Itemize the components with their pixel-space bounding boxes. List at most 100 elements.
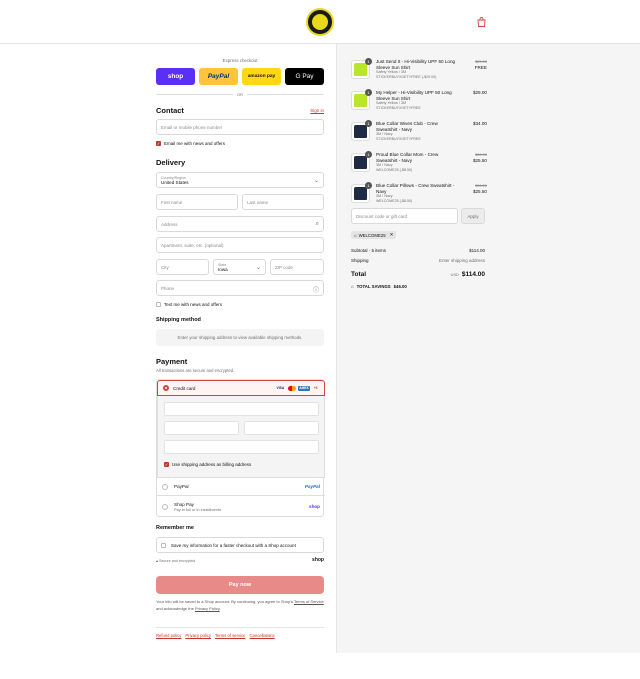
quantity-badge: 1	[365, 151, 372, 158]
product-price: $29.00	[472, 90, 487, 95]
search-icon: ⌕	[315, 221, 319, 227]
help-circle-icon[interactable]: ⓘ	[313, 285, 319, 294]
phone-field[interactable]: Phone ⓘ	[156, 280, 324, 296]
list-item: 1 Blue Collar Wives Club - Crew Sweatshi…	[351, 120, 487, 151]
shipping-method-title: Shipping method	[156, 317, 201, 323]
email-field[interactable]: Email or mobile phone number	[156, 119, 324, 135]
city-field[interactable]: City	[156, 259, 209, 275]
store-logo-icon[interactable]	[306, 8, 334, 36]
credit-card-form: ✓ Use shipping address as billing address	[157, 396, 325, 477]
zip-field[interactable]: ZIP code	[270, 259, 324, 275]
country-select[interactable]: Country/Region United States ⌄	[156, 172, 324, 188]
total-row: Total USD $114.00	[351, 271, 485, 278]
mastercard-icon	[287, 385, 296, 391]
radio-icon[interactable]	[162, 483, 168, 490]
payment-title: Payment	[156, 357, 188, 366]
name-on-card-field[interactable]	[164, 440, 319, 454]
remove-discount-icon[interactable]: ✕	[390, 232, 394, 238]
product-name: Just Send It - Hi-Visibility UPF 50 Long…	[376, 59, 456, 70]
more-cards-badge: +5	[313, 386, 318, 390]
product-price: $34.00	[472, 121, 487, 126]
shop-pay-option[interactable]: Shop Pay Pay in full or in installments s…	[157, 495, 325, 517]
card-number-field[interactable]	[164, 402, 319, 416]
discount-tag: STICKERBUYXGETYFREE	[376, 137, 421, 142]
quantity-badge: 1	[365, 120, 372, 127]
discount-tag: WELCOME25 (-$8.50)	[376, 199, 413, 204]
terms-of-service-link[interactable]: Terms of service	[215, 633, 245, 638]
express-checkout-label: Express checkout	[222, 58, 258, 63]
tag-icon: ⌂	[354, 232, 357, 238]
checkout-header	[0, 0, 640, 44]
discount-tag: STICKERBUYXGETYFREE (-$29.00)	[376, 75, 437, 80]
list-item: 1 My Helper - Hi-Visibility UPF 50 Long …	[351, 89, 487, 120]
text-news-checkbox[interactable]: Text me with news and offers	[156, 301, 222, 308]
radio-selected-icon[interactable]	[163, 385, 169, 391]
footer-links: Refund policy Privacy policy Terms of se…	[156, 633, 324, 638]
product-name: Blue Collar Pillows - Crew Sweatshirt - …	[376, 183, 455, 194]
shop-logo: shop	[312, 557, 324, 563]
contact-title: Contact	[156, 106, 184, 115]
email-news-checkbox[interactable]: ✓ Email me with news and offers	[156, 140, 225, 147]
google-pay-button[interactable]: G Pay	[285, 68, 324, 85]
product-image: 1	[351, 120, 372, 141]
refund-policy-link[interactable]: Refund policy	[156, 633, 181, 638]
terms-link[interactable]: Terms of Service	[294, 599, 324, 604]
apply-button[interactable]: Apply	[461, 208, 485, 224]
visa-icon: VISA	[276, 386, 285, 390]
shipping-note: Enter your shipping address to view avai…	[156, 329, 324, 346]
privacy-link[interactable]: Privacy Policy	[195, 606, 220, 611]
or-divider: OR	[156, 91, 324, 97]
subtotal-row: Subtotal · 5 items $114.00	[351, 248, 485, 253]
product-image: 1	[351, 182, 372, 203]
discount-code-field[interactable]: Discount code or gift card	[351, 208, 458, 224]
remember-me-title: Remember me	[156, 525, 194, 531]
checkbox-checked-icon[interactable]: ✓	[164, 462, 169, 467]
total-savings: ⌂ TOTAL SAVINGS $46.00	[351, 284, 407, 289]
list-item: 1 Proud Blue Collar Mom - Crew Sweatshir…	[351, 151, 487, 182]
remember-me-option[interactable]: Save my information for a faster checkou…	[156, 537, 324, 553]
quantity-badge: 1	[365, 58, 372, 65]
discount-chip: ⌂ WELCOME25 ✕	[351, 231, 397, 239]
address-field[interactable]: Address ⌕	[156, 216, 324, 232]
cancellations-link[interactable]: Cancellations	[249, 633, 274, 638]
quantity-badge: 1	[365, 89, 372, 96]
amazon-pay-button[interactable]: amazon pay	[242, 68, 281, 85]
first-name-field[interactable]: First name	[156, 194, 238, 210]
radio-icon[interactable]	[162, 503, 168, 510]
product-name: My Helper - Hi-Visibility UPF 50 Long Sl…	[376, 90, 452, 101]
checkbox-icon[interactable]	[156, 302, 161, 307]
product-image: 1	[351, 58, 372, 79]
card-brand-icons: VISA AMEX +5	[275, 385, 319, 391]
paypal-button[interactable]: PayPal	[199, 68, 238, 85]
chevron-down-icon: ⌄	[255, 265, 261, 271]
apartment-field[interactable]: Apartment, suite, etc. (optional)	[156, 237, 324, 253]
legal-text: Your info will be saved to a Shop accoun…	[156, 599, 324, 611]
expiry-field[interactable]	[164, 421, 239, 435]
list-item: 1 Just Send It - Hi-Visibility UPF 50 Lo…	[351, 58, 487, 89]
shipping-row: Shipping Enter shipping address	[351, 258, 485, 263]
paypal-option[interactable]: PayPal PayPal	[157, 477, 325, 495]
privacy-policy-link[interactable]: Privacy policy	[185, 633, 211, 638]
order-items: 1 Just Send It - Hi-Visibility UPF 50 Lo…	[351, 58, 487, 213]
checkbox-checked-icon[interactable]: ✓	[156, 141, 161, 146]
product-price: $25.50	[472, 188, 487, 194]
last-name-field[interactable]: Last name	[242, 194, 324, 210]
product-price: $25.50	[472, 157, 487, 163]
checkbox-icon[interactable]	[161, 542, 166, 548]
tag-icon: ⌂	[351, 284, 354, 289]
state-select[interactable]: State Iowa ⌄	[213, 259, 266, 275]
shop-pay-button[interactable]: shop	[156, 68, 195, 85]
pay-now-button[interactable]: Pay now	[156, 576, 324, 594]
order-summary: 1 Just Send It - Hi-Visibility UPF 50 Lo…	[336, 44, 640, 653]
chevron-down-icon: ⌄	[313, 178, 319, 184]
quantity-badge: 1	[365, 182, 372, 189]
shopping-bag-icon[interactable]	[473, 14, 489, 30]
billing-address-checkbox[interactable]: ✓ Use shipping address as billing address	[164, 461, 251, 468]
product-image: 1	[351, 89, 372, 110]
delivery-title: Delivery	[156, 158, 186, 167]
security-code-field[interactable]	[244, 421, 319, 435]
credit-card-option[interactable]: Credit card VISA AMEX +5	[157, 380, 325, 396]
sign-in-link[interactable]: Sign in	[310, 108, 324, 113]
product-price: FREE	[474, 64, 487, 70]
lock-icon: 🔒︎	[156, 559, 158, 563]
